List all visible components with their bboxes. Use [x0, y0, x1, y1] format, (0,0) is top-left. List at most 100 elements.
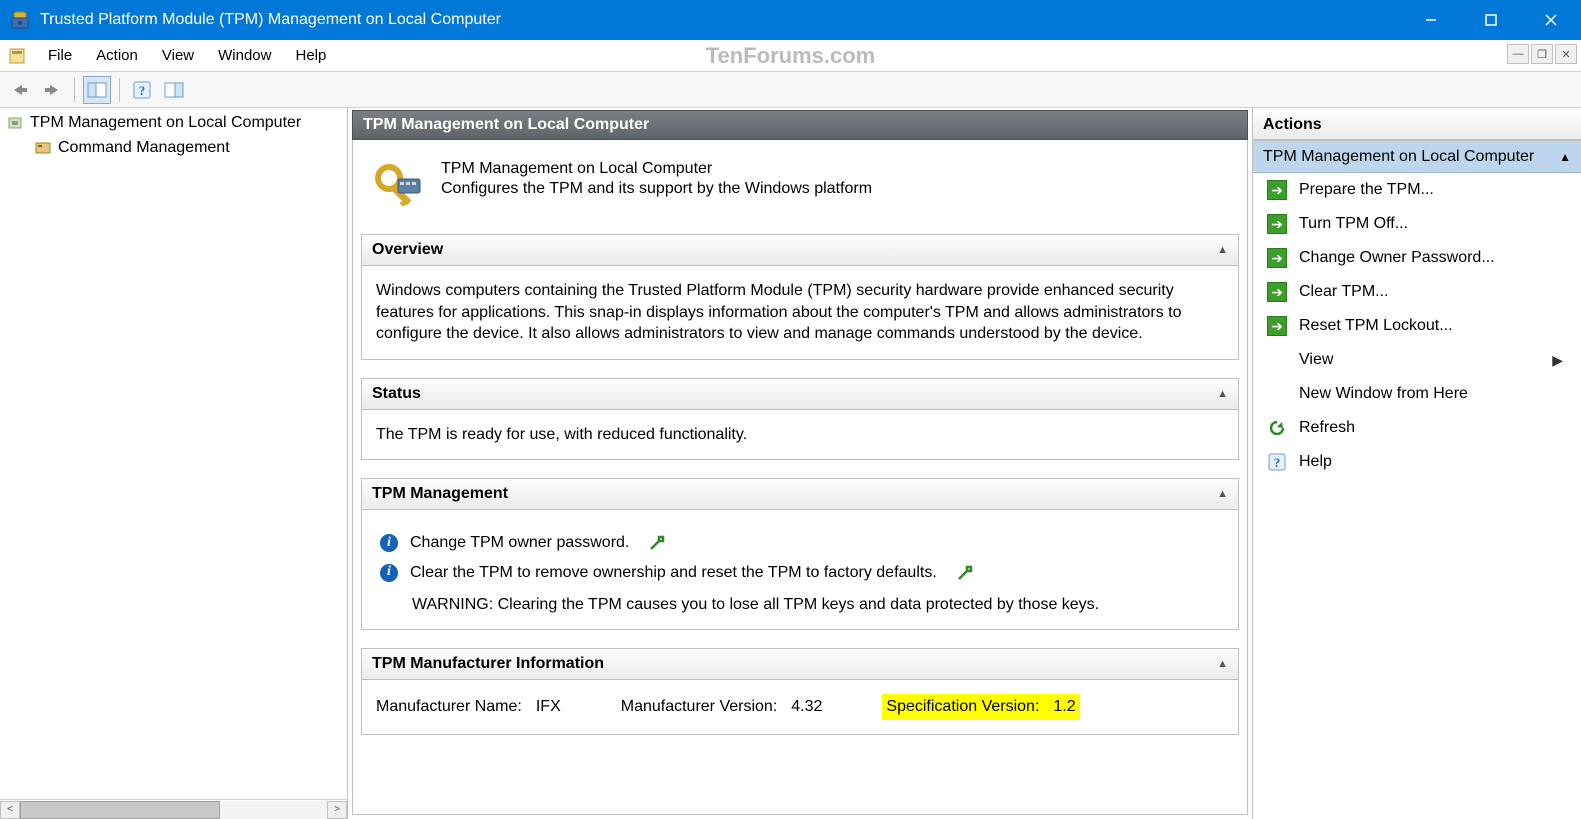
- collapse-icon[interactable]: ▲: [1217, 488, 1228, 500]
- collapse-icon[interactable]: ▲: [1217, 244, 1228, 256]
- center-pane: TPM Management on Local Computer TPM Man…: [348, 108, 1253, 819]
- action-refresh[interactable]: Refresh: [1253, 411, 1581, 445]
- action-label: Help: [1299, 453, 1332, 471]
- mgmt-title: TPM Management: [372, 485, 508, 503]
- overview-body: Windows computers containing the Trusted…: [362, 266, 1238, 359]
- mgmt-change-password[interactable]: i Change TPM owner password.: [380, 532, 1224, 554]
- go-arrow-icon: ➔: [1267, 248, 1287, 268]
- mfr-ver-label: Manufacturer Version:: [621, 696, 778, 718]
- action-label: View: [1299, 351, 1333, 369]
- tree-h-scrollbar[interactable]: < >: [0, 799, 347, 819]
- mfr-spec-label: Specification Version:: [886, 696, 1039, 718]
- action-label: Refresh: [1299, 419, 1355, 437]
- mfr-title: TPM Manufacturer Information: [372, 655, 604, 673]
- mdi-restore-button[interactable]: ❐: [1531, 44, 1553, 64]
- show-hide-tree-button[interactable]: [83, 76, 111, 104]
- mgmt-item1-label: Change TPM owner password.: [410, 532, 629, 554]
- mfr-spec-value: 1.2: [1053, 696, 1075, 718]
- collapse-icon[interactable]: ▲: [1217, 388, 1228, 400]
- chevron-right-icon: ▶: [1552, 352, 1563, 369]
- maximize-button[interactable]: [1461, 0, 1521, 40]
- menu-view[interactable]: View: [150, 43, 206, 68]
- status-body: The TPM is ready for use, with reduced f…: [362, 410, 1238, 460]
- menu-file[interactable]: File: [36, 43, 84, 68]
- tree-pane: TPM Management on Local Computer Command…: [0, 108, 348, 819]
- mgmt-warning: WARNING: Clearing the TPM causes you to …: [412, 594, 1224, 616]
- tpm-chip-icon: [6, 114, 24, 132]
- mdi-close-button[interactable]: ✕: [1555, 44, 1577, 64]
- action-new-window-from-here[interactable]: New Window from Here: [1253, 377, 1581, 411]
- mgmt-clear-tpm[interactable]: i Clear the TPM to remove ownership and …: [380, 562, 1224, 584]
- svg-text:?: ?: [1274, 455, 1281, 470]
- watermark: TenForums.com: [706, 43, 876, 69]
- refresh-icon: [1267, 418, 1287, 438]
- actions-group-label: TPM Management on Local Computer: [1263, 148, 1534, 166]
- action-prepare-the-tpm[interactable]: ➔ Prepare the TPM...: [1253, 173, 1581, 207]
- section-tpm-management: TPM Management ▲ i Change TPM owner pass…: [361, 478, 1239, 630]
- mmc-icon: [6, 45, 28, 67]
- tree-child-label: Command Management: [58, 139, 230, 157]
- menu-help[interactable]: Help: [283, 43, 338, 68]
- collapse-icon[interactable]: ▲: [1559, 150, 1571, 164]
- forward-button[interactable]: [38, 76, 66, 104]
- action-change-owner-password[interactable]: ➔ Change Owner Password...: [1253, 241, 1581, 275]
- collapse-icon[interactable]: ▲: [1217, 658, 1228, 670]
- tree-root-label: TPM Management on Local Computer: [30, 114, 301, 132]
- help-button[interactable]: ?: [128, 76, 156, 104]
- action-view[interactable]: View ▶: [1253, 343, 1581, 377]
- action-label: Prepare the TPM...: [1299, 181, 1434, 199]
- go-arrow-icon: ➔: [1267, 282, 1287, 302]
- close-button[interactable]: [1521, 0, 1581, 40]
- go-arrow-icon: ➔: [1267, 214, 1287, 234]
- blank-icon: [1267, 350, 1287, 370]
- action-label: Change Owner Password...: [1299, 249, 1495, 267]
- mgmt-item2-label: Clear the TPM to remove ownership and re…: [410, 562, 937, 584]
- command-icon: [34, 139, 52, 157]
- window-titlebar: Trusted Platform Module (TPM) Management…: [0, 0, 1581, 40]
- section-overview-header[interactable]: Overview ▲: [362, 235, 1238, 266]
- back-button[interactable]: [6, 76, 34, 104]
- action-turn-tpm-off[interactable]: ➔ Turn TPM Off...: [1253, 207, 1581, 241]
- section-manufacturer: TPM Manufacturer Information ▲ Manufactu…: [361, 648, 1239, 735]
- menubar: File Action View Window Help TenForums.c…: [0, 40, 1581, 72]
- link-arrow-icon: [957, 565, 973, 581]
- help-icon: ?: [1267, 452, 1287, 472]
- mdi-minimize-button[interactable]: —: [1507, 44, 1529, 64]
- blank-icon: [1267, 384, 1287, 404]
- info-icon: i: [380, 564, 398, 582]
- action-label: Reset TPM Lockout...: [1299, 317, 1453, 335]
- tree-child-command-management[interactable]: Command Management: [0, 135, 347, 160]
- actions-pane: Actions TPM Management on Local Computer…: [1253, 108, 1581, 819]
- actions-header: Actions: [1253, 110, 1581, 140]
- action-label: New Window from Here: [1299, 385, 1468, 403]
- section-status-header[interactable]: Status ▲: [362, 379, 1238, 410]
- overview-title: Overview: [372, 241, 443, 259]
- menu-action[interactable]: Action: [84, 43, 150, 68]
- info-icon: i: [380, 534, 398, 552]
- link-arrow-icon: [649, 535, 665, 551]
- center-header: TPM Management on Local Computer: [352, 110, 1248, 140]
- menu-window[interactable]: Window: [206, 43, 283, 68]
- action-help[interactable]: ? Help: [1253, 445, 1581, 479]
- scroll-left-button[interactable]: <: [0, 801, 20, 819]
- svg-text:?: ?: [139, 83, 146, 98]
- tree-root[interactable]: TPM Management on Local Computer: [0, 110, 347, 135]
- minimize-button[interactable]: [1401, 0, 1461, 40]
- scroll-thumb[interactable]: [20, 801, 220, 819]
- mfr-name-value: IFX: [536, 696, 561, 718]
- intro-title: TPM Management on Local Computer: [441, 160, 872, 178]
- go-arrow-icon: ➔: [1267, 316, 1287, 336]
- section-status: Status ▲ The TPM is ready for use, with …: [361, 378, 1239, 461]
- app-icon: [10, 10, 30, 30]
- section-mfr-header[interactable]: TPM Manufacturer Information ▲: [362, 649, 1238, 680]
- intro-subtitle: Configures the TPM and its support by th…: [441, 180, 872, 198]
- actions-group-header[interactable]: TPM Management on Local Computer ▲: [1253, 141, 1581, 173]
- action-clear-tpm[interactable]: ➔Clear TPM...: [1253, 275, 1581, 309]
- scroll-right-button[interactable]: >: [327, 801, 347, 819]
- action-pane-button[interactable]: [160, 76, 188, 104]
- action-label: Turn TPM Off...: [1299, 215, 1408, 233]
- mfr-ver-value: 4.32: [791, 696, 822, 718]
- go-arrow-icon: ➔: [1267, 180, 1287, 200]
- section-mgmt-header[interactable]: TPM Management ▲: [362, 479, 1238, 510]
- action-reset-tpm-lockout[interactable]: ➔ Reset TPM Lockout...: [1253, 309, 1581, 343]
